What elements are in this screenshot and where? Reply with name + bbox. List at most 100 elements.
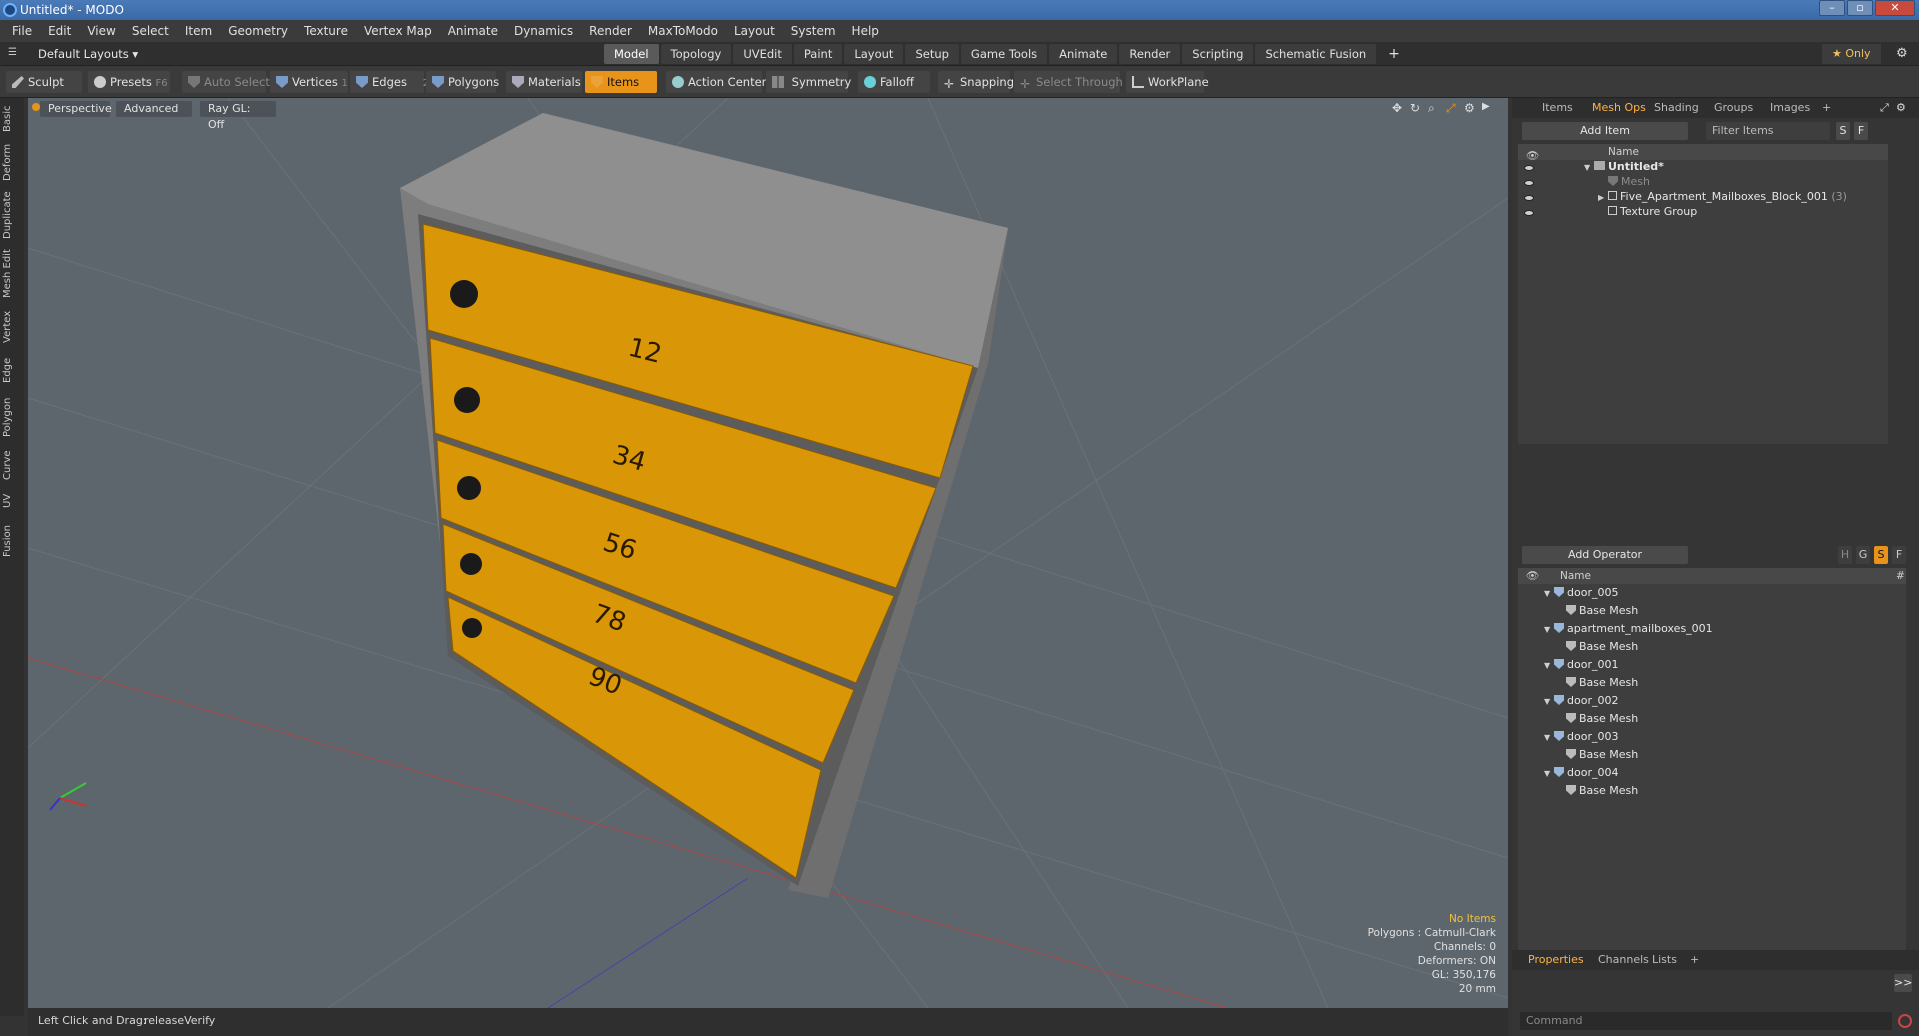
menu-geometry[interactable]: Geometry <box>222 24 298 38</box>
viewport-gear-icon[interactable]: ⚙ <box>1464 101 1475 115</box>
expand-properties-button[interactable]: >> <box>1894 974 1912 992</box>
vtab-duplicate[interactable]: Duplicate <box>2 190 22 240</box>
edges-button[interactable]: Edges 2 <box>350 71 429 93</box>
expand-arrow-icon[interactable]: ▼ <box>1584 163 1594 172</box>
falloff-button[interactable]: Falloff <box>858 71 930 93</box>
tree-item-texture-group[interactable]: Texture Group <box>1608 205 1697 218</box>
vtab-uv[interactable]: UV <box>2 490 22 512</box>
menu-help[interactable]: Help <box>846 24 889 38</box>
expand-arrow-icon[interactable]: ▼ <box>1544 589 1554 598</box>
flag-g-button[interactable]: G <box>1856 546 1870 564</box>
vtab-curve[interactable]: Curve <box>2 448 22 482</box>
view-type-dropdown[interactable]: Perspective <box>40 101 112 117</box>
symmetry-button[interactable]: Symmetry <box>766 71 851 93</box>
menu-maxtomodo[interactable]: MaxToModo <box>642 24 728 38</box>
ops-item-door-003[interactable]: ▼ door_003 <box>1544 730 1618 743</box>
menu-view[interactable]: View <box>81 24 125 38</box>
minimize-button[interactable]: – <box>1819 0 1845 16</box>
vtab-deform[interactable]: Deform <box>2 142 22 182</box>
snapping-button[interactable]: ✛ Snapping <box>938 71 1014 93</box>
action-center-button[interactable]: Action Center <box>666 71 766 93</box>
panel-gear-icon[interactable]: ⚙ <box>1896 101 1906 114</box>
eye-icon[interactable] <box>1524 180 1534 186</box>
tab-mesh-ops[interactable]: Mesh Ops <box>1592 101 1646 114</box>
tab-animate[interactable]: Animate <box>1049 44 1118 64</box>
tab-schematic-fusion[interactable]: Schematic Fusion <box>1255 44 1377 64</box>
eye-icon[interactable] <box>1524 195 1534 201</box>
ops-child-base-mesh[interactable]: Base Mesh <box>1566 604 1638 617</box>
only-toggle[interactable]: ★ Only <box>1822 44 1881 64</box>
expand-arrow-icon[interactable]: ▼ <box>1544 625 1554 634</box>
flag-h-button[interactable]: H <box>1838 546 1852 564</box>
presets-button[interactable]: Presets F6 <box>88 71 170 93</box>
layout-selector[interactable]: Default Layouts ▾ <box>38 47 138 61</box>
expand-arrow-icon[interactable]: ▼ <box>1544 769 1554 778</box>
select-through-button[interactable]: ✛ Select Through <box>1014 71 1123 93</box>
tab-uvedit[interactable]: UVEdit <box>733 44 792 64</box>
tab-scripting[interactable]: Scripting <box>1182 44 1254 64</box>
filter-f-button[interactable]: F <box>1854 122 1868 140</box>
expand-arrow-icon[interactable]: ▼ <box>1544 733 1554 742</box>
zoom-icon[interactable]: ⌕ <box>1428 101 1435 116</box>
eye-icon[interactable] <box>1524 210 1534 216</box>
tab-channels[interactable]: Channels <box>1598 953 1649 966</box>
command-history-icon[interactable] <box>1898 1014 1912 1028</box>
ops-child-base-mesh[interactable]: Base Mesh <box>1566 712 1638 725</box>
tab-items[interactable]: Items <box>1542 101 1573 114</box>
add-item-dropdown[interactable]: Add Item <box>1522 122 1688 140</box>
rotate-icon[interactable]: ↻ <box>1410 101 1420 115</box>
menu-dynamics[interactable]: Dynamics <box>508 24 583 38</box>
filter-items-input[interactable]: Filter Items <box>1706 122 1830 140</box>
ops-child-base-mesh[interactable]: Base Mesh <box>1566 784 1638 797</box>
eye-icon[interactable] <box>1524 165 1534 171</box>
flag-f-button[interactable]: F <box>1892 546 1906 564</box>
expand-arrow-icon[interactable]: ▶ <box>1598 193 1608 202</box>
tab-images[interactable]: Images <box>1770 101 1810 114</box>
menu-file[interactable]: File <box>6 24 42 38</box>
add-operator-dropdown[interactable]: Add Operator <box>1522 546 1688 564</box>
shading-dropdown[interactable]: Advanced <box>116 101 192 117</box>
sculpt-button[interactable]: Sculpt <box>6 71 82 93</box>
ops-item-door-002[interactable]: ▼ door_002 <box>1544 694 1618 707</box>
viewport-menu-icon[interactable] <box>32 103 40 111</box>
tab-properties[interactable]: Properties <box>1528 953 1584 966</box>
menu-layout[interactable]: Layout <box>728 24 785 38</box>
gear-icon[interactable]: ⚙ <box>1896 46 1908 61</box>
ops-child-base-mesh[interactable]: Base Mesh <box>1566 676 1638 689</box>
flag-s-button[interactable]: S <box>1874 546 1888 564</box>
menu-vertex-map[interactable]: Vertex Map <box>358 24 442 38</box>
workplane-button[interactable]: WorkPlane <box>1126 71 1209 93</box>
3d-viewport[interactable]: 12 34 56 78 90 Perspective Advanced Ray … <box>28 98 1508 1008</box>
menu-animate[interactable]: Animate <box>442 24 508 38</box>
menu-system[interactable]: System <box>785 24 846 38</box>
vertices-button[interactable]: Vertices 1 <box>270 71 348 93</box>
maximize-button[interactable]: ▫ <box>1847 0 1873 16</box>
tab-game-tools[interactable]: Game Tools <box>960 44 1048 64</box>
ops-item-apartment-mailboxes-001[interactable]: ▼ apartment_mailboxes_001 <box>1544 622 1713 635</box>
pan-icon[interactable]: ✥ <box>1392 101 1402 115</box>
vtab-vertex[interactable]: Vertex <box>2 308 22 346</box>
tab-lists[interactable]: Lists <box>1652 953 1677 966</box>
vtab-edge[interactable]: Edge <box>2 354 22 386</box>
panel-expand-icon[interactable]: ⤢ <box>1880 101 1889 115</box>
close-button[interactable]: ✕ <box>1875 0 1915 16</box>
expand-arrow-icon[interactable]: ▼ <box>1544 661 1554 670</box>
fit-icon[interactable]: ⤢ <box>1446 101 1456 116</box>
command-input[interactable]: Command <box>1520 1012 1892 1030</box>
add-tab-button[interactable]: + <box>1378 44 1410 64</box>
tab-model[interactable]: Model <box>604 44 659 64</box>
vtab-basic[interactable]: Basic <box>2 104 22 134</box>
ops-item-door-005[interactable]: ▼ door_005 <box>1544 586 1618 599</box>
vtab-mesh-edit[interactable]: Mesh Edit <box>2 248 22 300</box>
raygl-toggle[interactable]: Ray GL: Off <box>200 101 276 131</box>
ops-item-door-001[interactable]: ▼ door_001 <box>1544 658 1618 671</box>
ops-child-base-mesh[interactable]: Base Mesh <box>1566 640 1638 653</box>
menu-texture[interactable]: Texture <box>298 24 358 38</box>
tree-item-mailboxes[interactable]: ▶ Five_Apartment_Mailboxes_Block_001 (3) <box>1598 190 1847 203</box>
vtab-fusion[interactable]: Fusion <box>2 520 22 562</box>
vtab-polygon[interactable]: Polygon <box>2 394 22 440</box>
ops-item-door-004[interactable]: ▼ door_004 <box>1544 766 1618 779</box>
menu-select[interactable]: Select <box>126 24 179 38</box>
viewport-more-icon[interactable]: ▶ <box>1482 101 1490 112</box>
add-properties-tab-button[interactable]: + <box>1690 953 1699 966</box>
